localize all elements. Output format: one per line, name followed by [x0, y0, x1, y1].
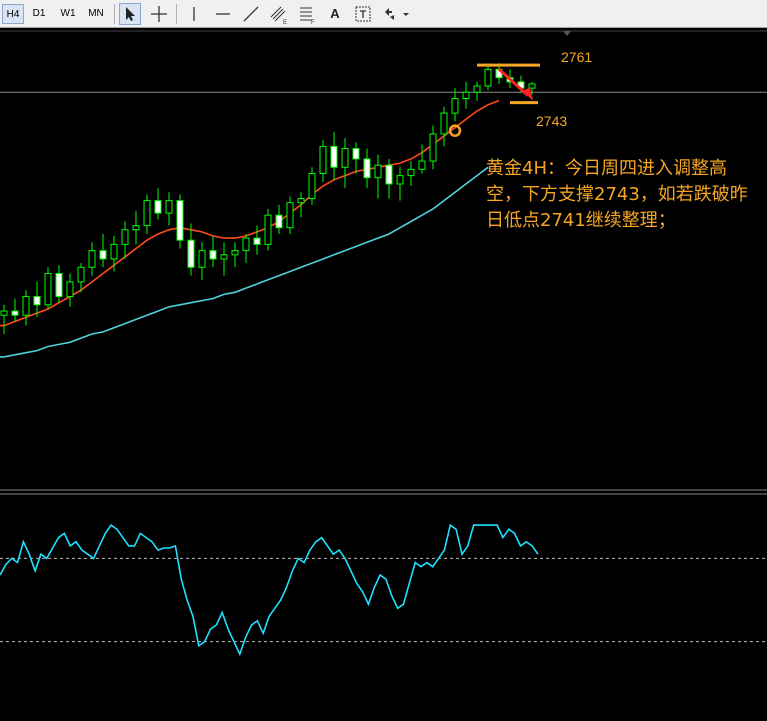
candle-body	[352, 148, 360, 160]
analysis-annotation-text: 黄金4H：今日周四进入调整高空，下方支撑2743，如若跌破昨日低点2741继续整…	[486, 158, 748, 231]
candle-body	[143, 200, 151, 227]
support-price-label: 2743	[536, 113, 568, 129]
candle-body	[55, 273, 63, 297]
candle-body	[319, 145, 327, 175]
text-label-icon[interactable]	[352, 3, 374, 25]
candle-body	[440, 112, 448, 135]
candle-body	[418, 160, 426, 170]
candle-body	[176, 200, 184, 241]
arrow-head-icon	[522, 87, 533, 101]
horizontal-line-icon[interactable]	[212, 3, 234, 25]
candle-body	[187, 239, 195, 268]
candle-body	[407, 168, 415, 177]
candle-body	[121, 229, 129, 245]
candle-body	[11, 310, 19, 316]
candle-body	[220, 254, 228, 260]
chart-toolbar: H4 D1 W1 MN E F A	[0, 0, 767, 28]
candle-body	[264, 214, 272, 245]
candle-body	[209, 250, 217, 260]
candle-body	[22, 295, 30, 316]
slow-moving-average-line	[0, 166, 489, 358]
candle-body	[451, 98, 459, 114]
candle-body	[286, 202, 294, 229]
candle-body	[165, 200, 173, 214]
svg-text:F: F	[311, 20, 315, 25]
fibonacci-icon[interactable]: F	[296, 3, 318, 26]
candle-body	[385, 164, 393, 185]
candle-body	[429, 133, 437, 162]
candle-body	[462, 91, 470, 100]
candle-body	[154, 200, 162, 214]
timeframe-h4-button[interactable]: H4	[2, 4, 24, 24]
chart-shift-marker-icon	[563, 31, 571, 36]
candle-body	[374, 164, 382, 179]
candle-body	[253, 237, 261, 245]
equidistant-channel-icon[interactable]: E	[268, 3, 290, 26]
candle-body	[231, 250, 239, 256]
dropdown-caret-icon[interactable]	[400, 3, 412, 25]
vertical-line-icon[interactable]	[183, 3, 205, 25]
crosshair-icon[interactable]	[148, 3, 170, 25]
candle-body	[0, 310, 8, 316]
candle-body	[330, 145, 338, 168]
trendline-icon[interactable]	[240, 3, 262, 25]
candle-body	[33, 295, 41, 306]
candle-body	[396, 175, 404, 185]
candle-body	[308, 173, 316, 200]
candle-body	[88, 250, 96, 268]
timeframe-w1-button[interactable]: W1	[56, 4, 80, 24]
candle-body	[66, 281, 74, 297]
candle-body	[363, 158, 371, 179]
candle-body	[275, 214, 283, 229]
resistance-price-label: 2761	[561, 49, 593, 65]
toolbar-separator	[114, 4, 115, 24]
timeframe-mn-button[interactable]: MN	[84, 4, 108, 24]
price-chart[interactable]	[0, 28, 767, 721]
candle-body	[242, 237, 250, 252]
candle-body	[528, 83, 536, 89]
candle-body	[77, 266, 85, 283]
oscillator-line	[0, 523, 539, 657]
toolbar-separator	[176, 4, 177, 24]
candle-body	[473, 85, 481, 93]
candle-body	[341, 148, 349, 168]
svg-text:E: E	[283, 20, 287, 25]
candle-body	[110, 243, 118, 260]
cursor-icon[interactable]	[119, 3, 141, 25]
candle-body	[99, 250, 107, 260]
candle-body	[297, 198, 305, 204]
candle-body	[44, 273, 52, 306]
candle-body	[198, 250, 206, 268]
arrows-icon[interactable]	[380, 3, 402, 25]
candle-body	[484, 68, 492, 87]
text-icon[interactable]: A	[324, 3, 346, 25]
timeframe-d1-button[interactable]: D1	[28, 4, 50, 24]
candle-body	[132, 225, 140, 231]
oscillator-panel	[0, 523, 767, 657]
